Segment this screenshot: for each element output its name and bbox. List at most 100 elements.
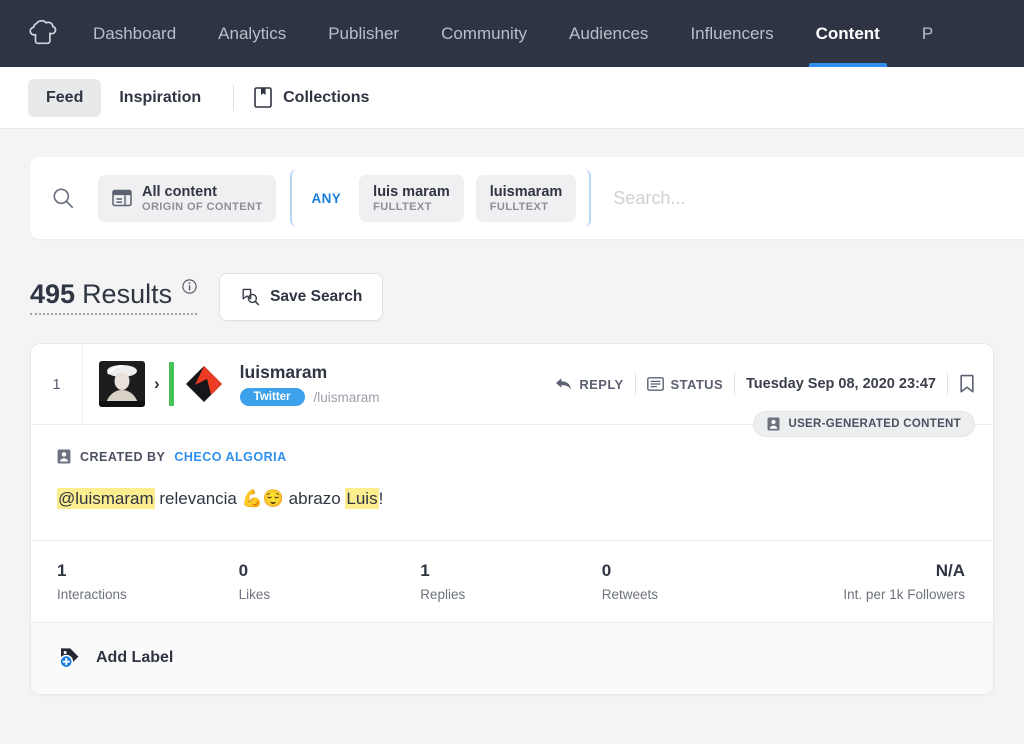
chip-text-stack: luis maram FULLTEXT <box>373 184 450 213</box>
top-navigation-bar: Dashboard Analytics Publisher Community … <box>0 0 1024 67</box>
author-handle: /luismaram <box>313 389 380 405</box>
metrics-row: 1 Interactions 0 Likes 1 Replies 0 Retwe… <box>31 539 993 622</box>
save-search-label: Save Search <box>270 288 363 305</box>
search-icon-container[interactable] <box>52 187 98 209</box>
nav-label: Content <box>815 24 880 43</box>
nav-item-analytics[interactable]: Analytics <box>197 0 307 67</box>
add-label-button[interactable]: Add Label <box>57 646 173 670</box>
nav-item-truncated[interactable]: P <box>901 0 954 67</box>
avatar[interactable] <box>99 361 145 407</box>
author-username[interactable]: luismaram <box>240 362 380 383</box>
metric-value: 1 <box>57 560 67 580</box>
post-text-part: Luis <box>345 488 379 509</box>
post-date: Tuesday Sep 08, 2020 23:47 <box>746 376 936 392</box>
save-search-icon <box>242 288 260 306</box>
tab-inspiration[interactable]: Inspiration <box>101 79 219 117</box>
filter-chip-fulltext-1[interactable]: luis maram FULLTEXT <box>359 174 464 222</box>
metric-int-per-1k-followers: N/A Int. per 1k Followers <box>783 561 965 602</box>
person-badge-icon <box>767 417 780 431</box>
nav-label: Audiences <box>569 24 649 43</box>
metric-value: 1 <box>420 560 430 580</box>
search-input[interactable] <box>591 187 1024 209</box>
top-nav-items: Dashboard Analytics Publisher Community … <box>72 0 954 67</box>
tab-label: Inspiration <box>119 88 202 106</box>
nav-label: Analytics <box>218 24 287 43</box>
page-content: All content ORIGIN OF CONTENT ANY luis m… <box>0 157 1024 695</box>
app-logo[interactable] <box>14 0 72 67</box>
metric-label: Replies <box>420 586 466 602</box>
filter-operator-any[interactable]: ANY <box>305 191 347 206</box>
metric-value: N/A <box>935 560 965 580</box>
metric-likes: 0 Likes <box>239 561 421 602</box>
status-accent-bar <box>168 362 174 406</box>
metric-retweets: 0 Retweets <box>602 561 784 602</box>
author-names: luismaram Twitter /luismaram <box>239 362 380 406</box>
created-by-row: CREATED BY CHECO ALGORIA <box>57 449 965 464</box>
tab-label: Collections <box>283 88 370 106</box>
meta-divider <box>734 373 736 395</box>
results-header: 495 Results Save Search <box>30 273 994 321</box>
metric-label: Retweets <box>601 586 659 602</box>
reply-arrow-icon <box>556 378 572 390</box>
chip-title: All content <box>142 183 217 200</box>
tab-collections[interactable]: Collections <box>248 77 387 118</box>
nav-item-content[interactable]: Content <box>795 0 901 67</box>
nav-label: Influencers <box>690 24 774 43</box>
chip-subtitle: ORIGIN OF CONTENT <box>142 200 263 213</box>
chip-title: luis maram <box>373 183 450 200</box>
nav-label: Publisher <box>328 24 400 43</box>
avatar-image <box>99 361 145 407</box>
author-block: › luismaram Twitter /luismaram <box>99 361 380 407</box>
nav-label: Dashboard <box>93 24 177 43</box>
reply-action[interactable]: REPLY <box>555 377 623 392</box>
person-badge-icon <box>57 449 71 464</box>
chip-text-stack: All content ORIGIN OF CONTENT <box>142 184 262 213</box>
nav-item-community[interactable]: Community <box>420 0 548 67</box>
save-search-button[interactable]: Save Search <box>219 273 384 321</box>
metric-label: Int. per 1k Followers <box>843 586 965 602</box>
status-card-icon <box>646 377 664 391</box>
network-badge: Twitter <box>239 388 305 406</box>
post-text-part: @luismaram <box>57 488 155 509</box>
post-text-emoji: 💪😌 <box>241 489 284 508</box>
metric-label: Interactions <box>57 586 127 602</box>
card-header-meta: REPLY STATUS Tuesday Sep 08, 2020 23:47 <box>555 373 975 395</box>
status-type[interactable]: STATUS <box>646 377 723 392</box>
chevron-right-icon[interactable]: › <box>154 374 160 394</box>
created-by-prefix: CREATED BY <box>80 449 166 464</box>
results-count: 495 Results <box>30 279 198 315</box>
nav-item-publisher[interactable]: Publisher <box>307 0 420 67</box>
nav-label: P <box>921 24 934 43</box>
metric-label: Likes <box>238 586 271 602</box>
chef-hat-logo-icon <box>29 20 57 45</box>
reply-label: REPLY <box>579 376 624 392</box>
results-label: Results <box>82 279 173 309</box>
user-generated-content-badge: USER-GENERATED CONTENT <box>753 411 975 437</box>
nav-item-dashboard[interactable]: Dashboard <box>72 0 197 67</box>
chip-subtitle: FULLTEXT <box>373 200 432 213</box>
nav-item-influencers[interactable]: Influencers <box>669 0 794 67</box>
chip-text-stack: luismaram FULLTEXT <box>490 184 563 213</box>
filter-group-any: ANY luis maram FULLTEXT luismaram FULLTE… <box>290 169 592 227</box>
ugc-badge-label: USER-GENERATED CONTENT <box>788 418 961 430</box>
bookmark-page-icon <box>254 87 272 108</box>
meta-divider <box>947 373 948 395</box>
brand-mark-icon <box>185 366 222 402</box>
chip-subtitle: FULLTEXT <box>489 200 549 213</box>
add-label-tag-icon <box>59 648 79 669</box>
nav-item-audiences[interactable]: Audiences <box>548 0 669 67</box>
bookmark-icon[interactable] <box>959 374 975 394</box>
tab-feed[interactable]: Feed <box>28 78 102 117</box>
tab-label: Feed <box>46 88 84 106</box>
meta-divider <box>634 373 636 395</box>
info-icon[interactable] <box>182 279 197 294</box>
created-by-author[interactable]: CHECO ALGORIA <box>174 450 286 464</box>
post-text-part: ! <box>378 489 384 508</box>
card-header: 1 › luismaram Twitter /luismaram REPLY S… <box>31 344 993 437</box>
filter-chip-fulltext-2[interactable]: luismaram FULLTEXT <box>475 174 577 222</box>
filter-chip-origin-of-content[interactable]: All content ORIGIN OF CONTENT <box>98 174 277 222</box>
search-icon <box>53 188 74 209</box>
content-sub-navigation: Feed Inspiration Collections <box>0 67 1024 129</box>
post-text-part: abrazo <box>283 489 346 508</box>
author-meta-row: Twitter /luismaram <box>239 388 380 406</box>
